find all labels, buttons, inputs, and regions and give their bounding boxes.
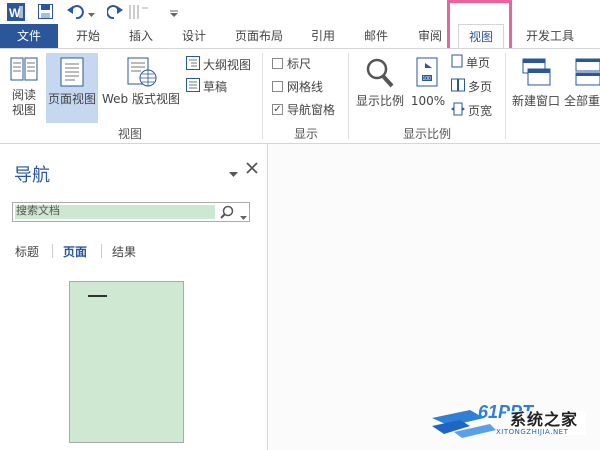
watermark-logo: 61PPT 系统之家 XITONGZHIJIA.NET — [430, 396, 600, 442]
web-layout-icon — [127, 57, 157, 87]
word-app-icon: W — [7, 3, 25, 24]
tab-references[interactable]: 引用 — [303, 24, 343, 48]
tab-divider — [52, 244, 53, 258]
zoom-label: 显示比例 — [355, 94, 404, 108]
print-layout-label: 页面视图 — [47, 92, 96, 106]
nav-tab-results[interactable]: 结果 — [112, 243, 136, 260]
zoom-100-label: 100% — [410, 94, 446, 108]
one-page-icon — [451, 54, 463, 74]
customize-qat-icon[interactable] — [170, 7, 178, 21]
arrange-all-label: 全部重 — [564, 94, 600, 108]
nav-pane-label: 导航窗格 — [287, 103, 336, 117]
tab-divider — [101, 244, 102, 258]
arrange-all-button[interactable]: 全部重 — [564, 57, 600, 119]
zoom-button[interactable]: 显示比例 — [353, 57, 407, 119]
tab-mailings[interactable]: 邮件 — [356, 24, 396, 48]
group-label-zoom: 显示比例 — [403, 127, 452, 141]
group-label-show: 显示 — [294, 127, 319, 141]
tab-design[interactable]: 设计 — [174, 24, 214, 48]
tab-insert[interactable]: 插入 — [121, 24, 161, 48]
print-layout-button[interactable]: 页面视图 — [46, 53, 98, 123]
nav-pane-check[interactable]: ✓ — [272, 104, 283, 115]
read-mode-label-2: 视图 — [11, 103, 36, 117]
one-page-label: 单页 — [466, 56, 491, 70]
web-layout-label: Web 版式视图 — [102, 92, 180, 106]
page-width-button[interactable]: 页宽 — [451, 101, 492, 121]
group-label-views: 视图 — [118, 127, 143, 141]
zoom-100-button[interactable]: 100 100% — [410, 57, 446, 119]
multi-page-label: 多页 — [468, 80, 493, 94]
web-layout-button[interactable]: Web 版式视图 — [100, 57, 182, 123]
nav-pane-title: 导航 — [14, 165, 50, 186]
undo-icon[interactable] — [67, 4, 85, 22]
ruler-check[interactable] — [272, 58, 283, 69]
watermark-domain: XITONGZHIJIA.NET — [496, 428, 569, 436]
multi-page-button[interactable]: 多页 — [451, 77, 492, 97]
outline-label: 大纲视图 — [203, 58, 252, 72]
outline-button[interactable]: 大纲视图 — [186, 55, 251, 75]
search-input[interactable]: 搜索文档 — [12, 202, 250, 222]
redo-icon[interactable] — [106, 4, 123, 22]
read-mode-button[interactable]: 阅读 视图 — [4, 55, 44, 121]
gridlines-label: 网格线 — [287, 80, 324, 94]
gridlines-check[interactable] — [272, 81, 283, 92]
save-icon[interactable] — [38, 4, 53, 22]
multi-page-icon — [451, 78, 465, 98]
page-thumbnail[interactable] — [69, 281, 184, 443]
read-mode-icon — [10, 57, 38, 81]
nav-options-icon[interactable] — [229, 167, 238, 181]
new-window-icon — [522, 58, 551, 86]
search-placeholder: 搜索文档 — [16, 204, 60, 217]
format-painter-icon[interactable] — [128, 4, 150, 23]
arrange-all-icon — [575, 58, 600, 86]
thumbnail-text-line — [88, 295, 107, 297]
watermark-brand: 系统之家 — [510, 410, 579, 429]
ribbon-tab-bar: 文件 开始 插入 设计 页面布局 引用 邮件 审阅 视图 开发工具 — [0, 24, 600, 48]
new-window-label: 新建窗口 — [511, 94, 560, 108]
tab-file[interactable]: 文件 — [0, 24, 58, 48]
one-page-button[interactable]: 单页 — [451, 53, 490, 73]
magnifier-icon — [366, 58, 394, 88]
tab-view[interactable]: 视图 — [458, 24, 504, 48]
tab-review[interactable]: 审阅 — [410, 24, 450, 48]
print-layout-icon — [60, 57, 84, 87]
nav-tab-headings[interactable]: 标题 — [15, 243, 39, 260]
gridlines-checkbox[interactable]: 网格线 — [272, 77, 323, 97]
close-icon[interactable] — [246, 162, 258, 177]
separator — [348, 53, 349, 139]
separator — [505, 53, 506, 139]
zoom-100-icon: 100 — [416, 57, 438, 87]
chevron-down-icon[interactable] — [240, 210, 247, 224]
tab-developer[interactable]: 开发工具 — [517, 24, 583, 48]
draft-button[interactable]: 草稿 — [186, 77, 227, 97]
search-icon[interactable] — [220, 205, 234, 222]
ribbon-view: 阅读 视图 页面视图 Web 版式视图 大纲视图 草稿 视图 标尺 网格线 ✓ 导… — [0, 48, 600, 144]
nav-tab-pages[interactable]: 页面 — [63, 243, 87, 260]
new-window-button[interactable]: 新建窗口 — [508, 57, 564, 119]
outline-icon — [186, 55, 200, 76]
page-width-label: 页宽 — [468, 104, 493, 118]
read-mode-label-1: 阅读 — [11, 88, 36, 102]
page-width-icon — [451, 102, 465, 122]
tab-layout[interactable]: 页面布局 — [226, 24, 292, 48]
chevron-down-icon[interactable] — [88, 7, 95, 21]
quick-access-toolbar: W — [0, 0, 600, 24]
svg-text:100: 100 — [423, 76, 432, 82]
tab-home[interactable]: 开始 — [68, 24, 108, 48]
nav-pane-checkbox[interactable]: ✓ 导航窗格 — [272, 100, 335, 120]
ruler-label: 标尺 — [287, 57, 312, 71]
ruler-checkbox[interactable]: 标尺 — [272, 54, 311, 74]
draft-label: 草稿 — [203, 80, 228, 94]
draft-icon — [186, 77, 200, 98]
separator — [262, 53, 263, 139]
